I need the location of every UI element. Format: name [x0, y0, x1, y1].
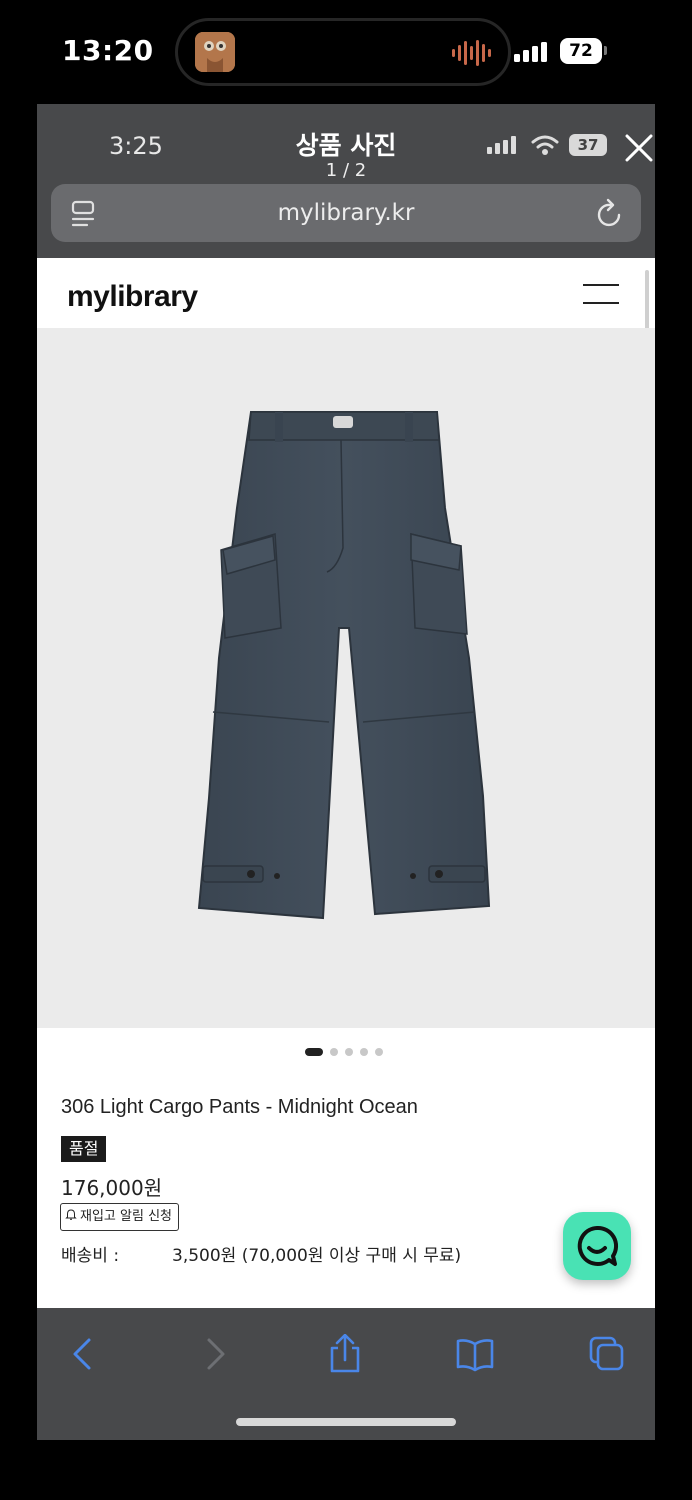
reload-icon[interactable]	[595, 197, 625, 229]
carousel-dot[interactable]	[375, 1048, 383, 1056]
shipping-label: 배송비 :	[61, 1246, 120, 1266]
carousel-dot[interactable]	[345, 1048, 353, 1056]
address-bar[interactable]: mylibrary.kr	[51, 184, 641, 242]
battery-cap	[604, 46, 607, 55]
viewer-top-bar: 3:25 상품 사진 1 / 2 37 mylibrary.kr	[37, 104, 655, 258]
now-playing-artwork	[195, 32, 235, 72]
wifi-icon	[531, 135, 559, 155]
outer-status-indicators: 72	[514, 36, 634, 66]
audio-waveform-icon	[452, 40, 491, 66]
share-icon[interactable]	[325, 1334, 365, 1374]
cargo-pants-illustration	[197, 411, 491, 920]
outer-status-time: 13:20	[62, 34, 154, 67]
product-image[interactable]	[37, 328, 655, 1028]
bookmarks-icon[interactable]	[455, 1334, 495, 1374]
browser-toolbar	[37, 1308, 655, 1440]
forward-icon[interactable]	[195, 1334, 235, 1374]
shipping-value: 3,500원 (70,000원 이상 구매 시 무료)	[172, 1246, 462, 1266]
product-price: 176,000원	[61, 1176, 163, 1200]
dynamic-island[interactable]	[175, 18, 511, 86]
hamburger-menu-icon[interactable]	[583, 282, 619, 306]
carousel-dot[interactable]	[305, 1048, 323, 1056]
product-name: 306 Light Cargo Pants - Midnight Ocean	[61, 1096, 418, 1118]
restock-alert-button[interactable]: 재입고 알림 신청	[60, 1203, 179, 1231]
url-text: mylibrary.kr	[277, 200, 415, 226]
photo-viewer: 3:25 상품 사진 1 / 2 37 mylibrary.kr mylibra…	[37, 104, 655, 1440]
carousel-dot[interactable]	[360, 1048, 368, 1056]
sold-out-badge: 품절	[61, 1136, 107, 1162]
photo-counter: 1 / 2	[325, 160, 367, 181]
close-icon[interactable]	[621, 130, 655, 166]
bell-icon	[65, 1209, 77, 1220]
chat-button[interactable]	[563, 1212, 631, 1280]
chat-icon	[577, 1225, 619, 1266]
site-logo[interactable]: mylibrary	[67, 280, 198, 314]
back-icon[interactable]	[63, 1334, 103, 1374]
restock-alert-label: 재입고 알림 신청	[80, 1209, 172, 1224]
web-page: mylibrary 306 Light Cargo Pants - Midnig…	[37, 258, 655, 1308]
home-indicator[interactable]	[236, 1418, 456, 1426]
cellular-signal-icon	[514, 42, 547, 62]
inner-status-indicators: 37	[487, 134, 617, 158]
battery-icon: 72	[560, 38, 602, 64]
cellular-signal-icon	[487, 136, 516, 154]
carousel-dot[interactable]	[330, 1048, 338, 1056]
battery-icon: 37	[569, 134, 607, 156]
carousel-indicator	[37, 1046, 655, 1058]
site-header: mylibrary	[37, 258, 655, 328]
tabs-icon[interactable]	[587, 1334, 627, 1374]
